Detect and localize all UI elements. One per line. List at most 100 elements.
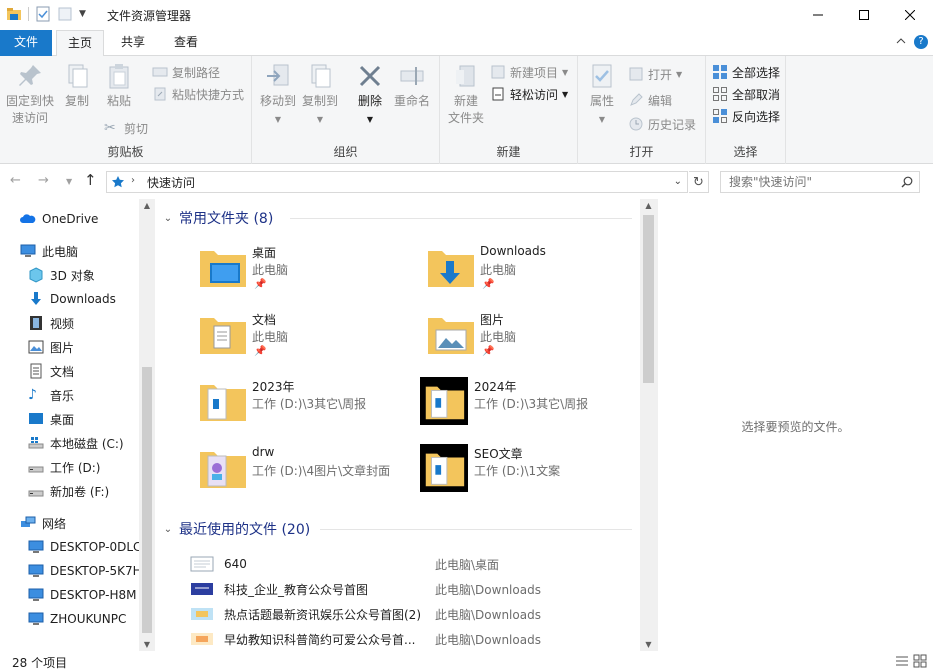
move-to-dropdown-icon: ▼	[274, 115, 282, 124]
help-button[interactable]: ?	[914, 35, 928, 49]
copy-path-label: 复制路径	[172, 65, 221, 80]
folder-tile-seo[interactable]: SEO文章 工作 (D:)\1文案	[420, 444, 640, 504]
history-button[interactable]: 历史记录	[628, 114, 696, 134]
rename-button[interactable]: 重命名	[390, 62, 434, 110]
rename-label: 重命名	[393, 94, 430, 108]
nav-item-desktop-5k7h[interactable]: DESKTOP-5K7H	[28, 560, 142, 582]
nav-item-drive-f[interactable]: 新加卷 (F:)	[28, 480, 109, 502]
nav-item-onedrive[interactable]: OneDrive	[20, 208, 98, 230]
nav-item-network[interactable]: 网络	[20, 512, 66, 534]
back-arrow-icon[interactable]: ←	[10, 173, 21, 188]
tab-file[interactable]: 文件	[0, 30, 52, 56]
address-input[interactable]: › 快速访问 ⌄	[106, 171, 688, 193]
recent-file-row[interactable]: 热点话题最新资讯娱乐公众号首图(2) 此电脑\Downloads	[190, 602, 640, 626]
search-icon[interactable]	[901, 176, 913, 188]
properties-button[interactable]: 属性 ▼	[582, 62, 622, 128]
ribbon: 固定到快 速访问 复制 粘贴 复制路径 粘贴快捷方式 ✂ 剪切 剪贴板 移动到 …	[0, 56, 933, 164]
scroll-down-icon[interactable]: ▼	[640, 640, 657, 649]
refresh-button[interactable]: ↻	[689, 171, 709, 193]
nav-item-zhoukunpc[interactable]: ZHOUKUNPC	[28, 608, 126, 630]
delete-button[interactable]: 删除 ▼	[352, 62, 388, 128]
paste-button[interactable]: 粘贴	[100, 62, 138, 110]
qat-dropdown-icon[interactable]: ▼	[79, 9, 86, 19]
nav-label: 本地磁盘 (C:)	[50, 436, 124, 451]
properties-icon[interactable]	[35, 6, 51, 22]
window-title: 文件资源管理器	[107, 9, 192, 23]
content-scroll-thumb[interactable]	[643, 215, 654, 383]
nav-item-this-pc[interactable]: 此电脑	[20, 240, 78, 262]
content-scrollbar[interactable]: ▲ ▼	[640, 199, 657, 651]
nav-item-drive-d[interactable]: 工作 (D:)	[28, 456, 100, 478]
copy-to-label: 复制到	[301, 94, 338, 108]
nav-item-desktop-h8m[interactable]: DESKTOP-H8M	[28, 584, 136, 606]
new-folder-label-1: 新建	[453, 94, 478, 108]
copy-icon	[68, 64, 88, 88]
new-item-button[interactable]: 新建项目 ▼	[490, 62, 568, 82]
address-dropdown-icon[interactable]: ⌄	[674, 176, 682, 187]
ribbon-collapse-icon[interactable]	[896, 36, 906, 46]
nav-item-music[interactable]: ♪ 音乐	[28, 384, 74, 406]
recent-locations-icon[interactable]: ▼	[66, 177, 72, 186]
drive-icon	[28, 490, 44, 497]
nav-item-desktop-0dlc[interactable]: DESKTOP-0DLC	[28, 536, 141, 558]
recent-file-row[interactable]: 科技_企业_教育公众号首图 此电脑\Downloads	[190, 577, 640, 601]
easy-access-button[interactable]: 轻松访问 ▼	[490, 84, 568, 104]
frequent-folders-header[interactable]: ⌄ 常用文件夹 (8)	[160, 207, 632, 229]
nav-item-videos[interactable]: 视频	[28, 312, 74, 334]
recent-files-header[interactable]: ⌄ 最近使用的文件 (20)	[160, 518, 632, 540]
folder-tile-downloads[interactable]: Downloads 此电脑 📌	[426, 243, 646, 303]
copy-path-button[interactable]: 复制路径	[152, 62, 220, 82]
properties-dropdown-icon: ▼	[598, 115, 606, 124]
tab-share[interactable]: 共享	[108, 30, 158, 56]
new-folder-button[interactable]: 新建 文件夹	[444, 62, 488, 127]
open-icon	[629, 67, 643, 81]
select-group-label: 选择	[733, 145, 758, 159]
folder-tile-pictures[interactable]: 图片 此电脑 📌	[426, 310, 646, 370]
nav-pane-scrollbar[interactable]: ▲ ▼	[139, 199, 155, 651]
organize-group: 移动到 ▼ 复制到 ▼ 删除 ▼ 重命名 组织	[252, 56, 440, 164]
open-button[interactable]: 打开 ▼	[628, 64, 682, 84]
minimize-button[interactable]	[795, 0, 841, 30]
scroll-down-icon[interactable]: ▼	[139, 640, 155, 649]
copy-button[interactable]: 复制	[58, 62, 96, 110]
folder-tile-2023[interactable]: 2023年 工作 (D:)\3其它\周报	[198, 377, 418, 437]
maximize-button[interactable]	[841, 0, 887, 30]
invert-selection-button[interactable]: 反向选择	[712, 106, 780, 126]
pin-quick-access-button[interactable]: 固定到快 速访问	[4, 62, 56, 127]
folder-tile-desktop[interactable]: 桌面 此电脑 📌	[198, 243, 418, 303]
large-icons-view-icon[interactable]	[913, 654, 927, 668]
recent-file-row[interactable]: 640 此电脑\桌面	[190, 552, 640, 576]
select-none-button[interactable]: 全部取消	[712, 84, 780, 104]
nav-item-drive-c[interactable]: 本地磁盘 (C:)	[28, 432, 124, 454]
nav-item-documents[interactable]: 文档	[28, 360, 74, 382]
nav-item-3d-objects[interactable]: 3D 对象	[28, 264, 95, 286]
nav-scroll-thumb[interactable]	[142, 367, 152, 633]
details-view-icon[interactable]	[895, 654, 909, 668]
paste-shortcut-button[interactable]: 粘贴快捷方式	[152, 84, 244, 104]
folder-tile-documents[interactable]: 文档 此电脑 📌	[198, 310, 418, 370]
select-all-button[interactable]: 全部选择	[712, 62, 780, 82]
search-box[interactable]	[720, 171, 920, 193]
tab-home[interactable]: 主页	[56, 30, 104, 57]
forward-arrow-icon[interactable]: →	[38, 173, 49, 188]
scroll-up-icon[interactable]: ▲	[139, 201, 155, 210]
move-to-button[interactable]: 移动到 ▼	[258, 62, 298, 128]
recent-file-row[interactable]: 早幼教知识科普简约可爱公众号首... 此电脑\Downloads	[190, 627, 640, 651]
item-count: 28 个项目	[12, 656, 68, 670]
up-arrow-icon[interactable]: ↑	[84, 171, 97, 189]
nav-item-downloads[interactable]: Downloads	[28, 288, 116, 310]
close-button[interactable]	[887, 0, 933, 30]
new-folder-qat-icon[interactable]	[57, 6, 73, 22]
edit-button[interactable]: 编辑	[628, 90, 672, 110]
folder-tile-drw[interactable]: drw 工作 (D:)\4图片\文章封面	[198, 444, 418, 504]
recent-file-location: 此电脑\Downloads	[435, 607, 541, 622]
copy-to-button[interactable]: 复制到 ▼	[300, 62, 340, 128]
nav-item-desktop[interactable]: 桌面	[28, 408, 74, 430]
nav-item-pictures[interactable]: 图片	[28, 336, 74, 358]
scroll-up-icon[interactable]: ▲	[640, 201, 657, 210]
cut-button[interactable]: ✂ 剪切	[104, 118, 148, 138]
quick-access-toolbar: ▼	[6, 6, 86, 22]
folder-tile-2024[interactable]: 2024年 工作 (D:)\3其它\周报	[420, 377, 640, 437]
tab-view[interactable]: 查看	[160, 30, 212, 56]
search-input[interactable]	[729, 175, 889, 189]
